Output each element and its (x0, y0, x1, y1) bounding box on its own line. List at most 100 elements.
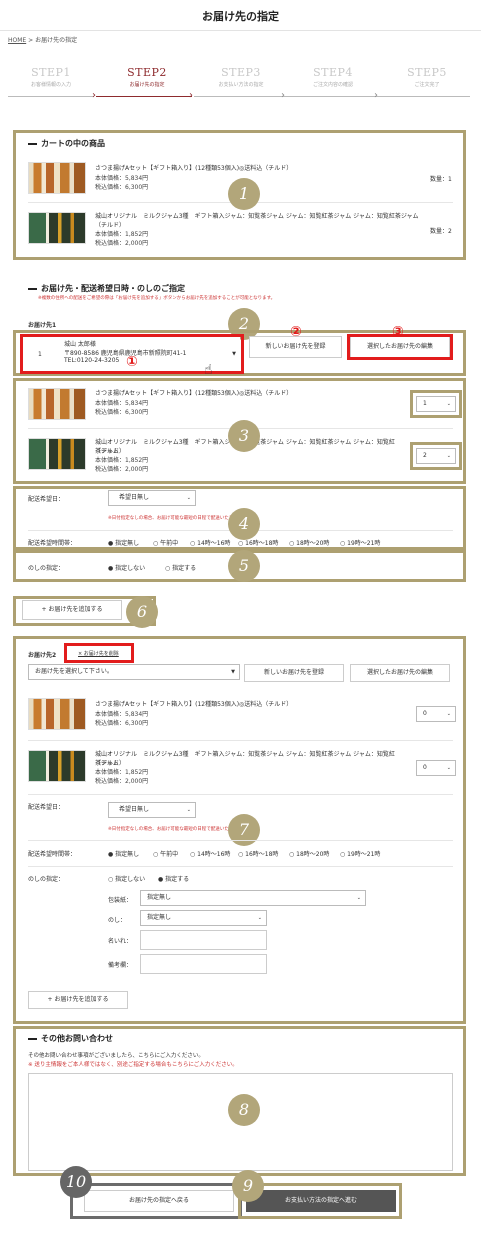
dest1-product-price-2: 本体価格：1,852円 (95, 457, 149, 464)
product-price-1: 本体価格：5,834円 (95, 175, 149, 182)
annotation-badge-9: 9 (232, 1170, 264, 1202)
dest2-memo-input[interactable] (140, 954, 267, 974)
dest1-product-tax-price-2: 税込価格：2,000円 (95, 466, 149, 473)
go-to-payment-button[interactable]: お支払い方法の指定へ進む (246, 1190, 396, 1212)
chevron-down-icon: ⌄ (257, 915, 262, 921)
dest2-time-radio-3[interactable]: ○ 16時〜18時 (238, 849, 278, 858)
dest2-wrap-value: 指定無し (147, 894, 172, 901)
dest2-time-radio-1[interactable]: ○ 午前中 (153, 849, 178, 858)
dest2-product-thumb-2 (28, 750, 86, 782)
product-name-1: さつま揚げAセット【ギフト箱入り】(12種類53個入)◎送料込（チルド） (95, 165, 293, 172)
chevron-right-icon: › (92, 90, 96, 101)
step-1-num: STEP1 (31, 66, 71, 79)
dest1-noshi-radio-0[interactable]: ● 指定しない (108, 563, 145, 572)
dest2-qty-select-2[interactable]: 0 ⌄ (416, 760, 456, 776)
dest2-add-dest-button[interactable]: + お届け先を追加する (28, 991, 128, 1009)
step-3-num: STEP3 (221, 66, 261, 79)
dest1-time-radio-1[interactable]: ○ 午前中 (153, 538, 178, 547)
step-5: STEP5 ご注文完了 (384, 66, 470, 88)
back-to-dest-button[interactable]: お届け先の指定へ戻る (84, 1190, 234, 1212)
dest1-product-tax-price-1: 税込価格：6,300円 (95, 409, 149, 416)
dest1-date-label: 配送希望日： (28, 496, 65, 503)
step-4: STEP4 ご注文内容の確認 (290, 66, 376, 88)
header-divider (0, 30, 481, 31)
dest2-time-radio-4[interactable]: ○ 18時〜20時 (289, 849, 329, 858)
breadcrumb-home-link[interactable]: HOME (8, 37, 26, 44)
product-thumb-2 (28, 212, 86, 244)
dest2-product-price-2: 本体価格：1,852円 (95, 769, 149, 776)
step-1: STEP1 お客様情報の入力 (8, 66, 94, 88)
dest2-time-radio-5[interactable]: ○ 19時〜21時 (340, 849, 380, 858)
chevron-down-icon: ▼ (231, 669, 235, 675)
dest2-delete-link[interactable]: × お届け先を削除 (78, 650, 119, 657)
annotation-badge-5: 5 (228, 550, 260, 582)
annotation-badge-10: 10 (60, 1166, 92, 1198)
step-4-label: ご注文内容の確認 (312, 82, 353, 88)
dest1-product-name-2b: （チルド） (95, 448, 126, 455)
dest2-date-select[interactable]: 希望日無し ⌄ (108, 802, 196, 818)
step-3-label: お支払い方法の指定 (218, 82, 264, 88)
dest1-date-select[interactable]: 希望日無し ⌄ (108, 490, 196, 506)
dest2-noshi-radio-0[interactable]: ○ 指定しない (108, 874, 145, 883)
dest2-qty-value-1: 0 (423, 710, 427, 717)
dest2-product-name-1: さつま揚げAセット【ギフト箱入り】(12種類53個入)◎送料込（チルド） (95, 701, 293, 708)
dest2-time-radio-0[interactable]: ● 指定無し (108, 849, 139, 858)
inquiry-title: その他お問い合わせ (28, 1033, 113, 1044)
dest2-date-divider (28, 840, 453, 841)
dest2-time-label: 配送希望時間帯： (28, 851, 77, 858)
step-line-2 (96, 96, 192, 97)
annotation-badge-3: 3 (228, 420, 260, 452)
dest1-product-thumb-2 (28, 438, 86, 470)
annotation-badge-4: 4 (228, 508, 260, 540)
chevron-down-icon: ⌄ (446, 765, 451, 771)
inquiry-text-2: ※ 送り主情報をご本人様ではなく、別途ご指定する場合もこちらにご入力ください。 (28, 1062, 238, 1068)
dest2-wrap-select[interactable]: 指定無し ⌄ (140, 890, 366, 906)
dest2-noshi-type-value: 指定無し (147, 914, 172, 921)
dest1-date-value: 希望日無し (119, 494, 150, 501)
chevron-right-icon: › (374, 90, 378, 101)
delivery-note: ※複数の住所への配送をご希望の際は「お届け先を追加する」ボタンからお届け先を追加… (38, 296, 276, 301)
chevron-down-icon: ⌄ (186, 807, 191, 813)
product-tax-price-2: 税込価格：2,000円 (95, 240, 149, 247)
step-2-label: お届け先の指定 (129, 82, 165, 88)
dest2-wrap-label: 包装紙： (108, 897, 133, 904)
dest1-time-radio-5[interactable]: ○ 19時〜21時 (340, 538, 380, 547)
dest1-label: お届け先1 (28, 322, 57, 329)
dest1-time-radio-4[interactable]: ○ 18時〜20時 (289, 538, 329, 547)
breadcrumb: HOME > お届け先の指定 (8, 35, 77, 44)
dest2-product-thumb-1 (28, 698, 86, 730)
annotation-red-num-1: ① (126, 354, 138, 370)
dest2-register-new-button[interactable]: 新しいお届け先を登録 (244, 664, 344, 682)
dest2-noshi-type-select[interactable]: 指定無し ⌄ (140, 910, 267, 926)
hand-pointer-icon: ☝ (204, 362, 213, 378)
dest2-name-input[interactable] (140, 930, 267, 950)
dest2-time-radio-2[interactable]: ○ 14時〜16時 (190, 849, 230, 858)
product-tax-price-1: 税込価格：6,300円 (95, 184, 149, 191)
dest2-qty-select-1[interactable]: 0 ⌄ (416, 706, 456, 722)
dest2-time-divider (28, 866, 453, 867)
dest2-product-tax-price-1: 税込価格：6,300円 (95, 720, 149, 727)
product-qty-2: 数量：2 (430, 228, 452, 235)
delivery-title: お届け先・配送希望日時・のしのご指定 (28, 283, 185, 294)
dest2-noshi-type-label: のし： (108, 917, 127, 924)
dest2-product-name-2b: （チルド） (95, 760, 126, 767)
step-1-label: お客様情報の入力 (30, 82, 71, 88)
dest2-noshi-radio-1[interactable]: ● 指定する (158, 874, 189, 883)
dest1-time-radio-0[interactable]: ● 指定無し (108, 538, 139, 547)
dest2-product-price-1: 本体価格：5,834円 (95, 711, 149, 718)
page-title: お届け先の指定 (202, 10, 279, 23)
product-name-2b: （チルド） (95, 222, 126, 229)
dest2-address-select[interactable]: お届け先を選択して下さい。 ▼ (28, 664, 240, 680)
step-line-1 (8, 96, 94, 97)
dest2-divider (28, 740, 453, 741)
dest2-noshi-label: のしの指定： (28, 876, 65, 883)
step-3: STEP3 お支払い方法の指定 (198, 66, 284, 88)
step-2: STEP2 お届け先の指定 (104, 66, 190, 88)
dest1-noshi-radio-1[interactable]: ○ 指定する (165, 563, 196, 572)
dest2-edit-selected-button[interactable]: 選択したお届け先の編集 (350, 664, 450, 682)
dest1-product-price-1: 本体価格：5,834円 (95, 400, 149, 407)
dest2-divider-2 (28, 794, 453, 795)
add-dest-button[interactable]: + お届け先を追加する (22, 600, 122, 620)
dest2-memo-label: 備考欄： (108, 962, 133, 969)
dest1-time-radio-2[interactable]: ○ 14時〜16時 (190, 538, 230, 547)
